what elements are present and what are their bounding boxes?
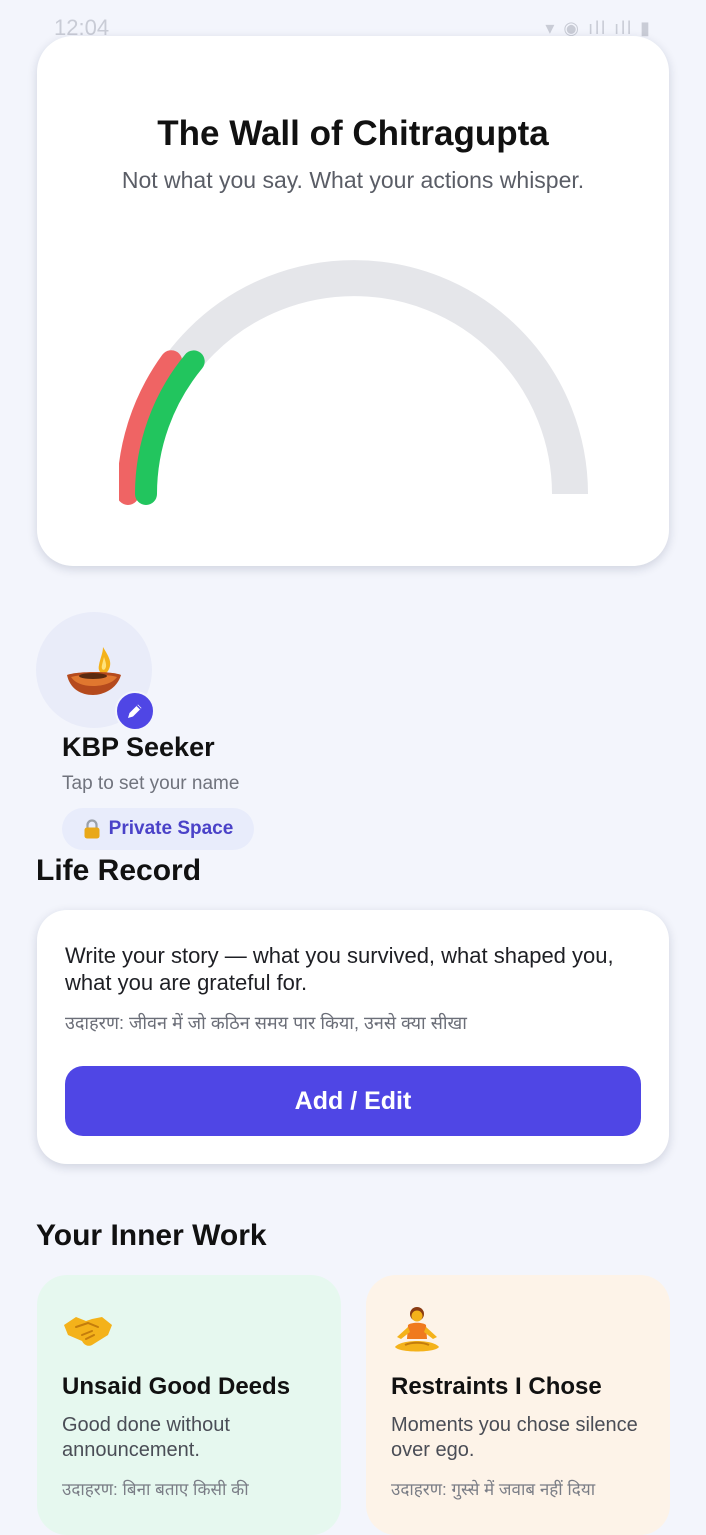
private-space-badge: Private Space bbox=[62, 808, 254, 850]
wall-title: The Wall of Chitragupta bbox=[157, 114, 549, 153]
life-record-example: उदाहरण: जीवन में जो कठिन समय पार किया, उ… bbox=[65, 1013, 467, 1033]
gauge-track bbox=[120, 260, 588, 495]
inner-work-title: Your Inner Work bbox=[36, 1219, 267, 1252]
work-card-example: उदाहरण: बिना बताए किसी की bbox=[62, 1480, 249, 1499]
profile-name-hint[interactable]: Tap to set your name bbox=[62, 773, 239, 795]
karma-gauge bbox=[119, 260, 588, 505]
edit-avatar-button[interactable] bbox=[115, 691, 155, 731]
add-edit-button[interactable]: Add / Edit bbox=[65, 1066, 641, 1136]
work-card-description: Good done without announcement. bbox=[62, 1414, 230, 1461]
life-record-description: Write your story — what you survived, wh… bbox=[65, 943, 614, 995]
life-record-card: Write your story — what you survived, wh… bbox=[37, 910, 669, 1164]
unsaid-good-deeds-card[interactable]: Unsaid Good Deeds Good done without anno… bbox=[37, 1275, 341, 1535]
handshake-icon bbox=[64, 1317, 112, 1346]
profile-section: KBP Seeker Tap to set your name Private … bbox=[36, 612, 356, 852]
diya-lamp-icon bbox=[67, 647, 121, 695]
pencil-icon bbox=[128, 704, 142, 718]
wall-subtitle: Not what you say. What your actions whis… bbox=[121, 167, 585, 193]
work-card-example: उदाहरण: गुस्से में जवाब नहीं दिया bbox=[391, 1480, 596, 1499]
meditation-icon bbox=[395, 1307, 439, 1352]
work-card-description: Moments you chose silence over ego. bbox=[391, 1414, 638, 1461]
wall-card: The Wall of Chitragupta Not what you say… bbox=[37, 36, 669, 566]
restraints-i-chose-card[interactable]: Restraints I Chose Moments you chose sil… bbox=[366, 1275, 670, 1535]
life-record-title: Life Record bbox=[36, 854, 202, 887]
work-card-title: Unsaid Good Deeds bbox=[62, 1373, 291, 1400]
profile-name[interactable]: KBP Seeker bbox=[62, 732, 215, 763]
lock-icon bbox=[84, 819, 100, 839]
work-card-title: Restraints I Chose bbox=[391, 1373, 602, 1400]
private-space-label: Private Space bbox=[108, 818, 234, 839]
